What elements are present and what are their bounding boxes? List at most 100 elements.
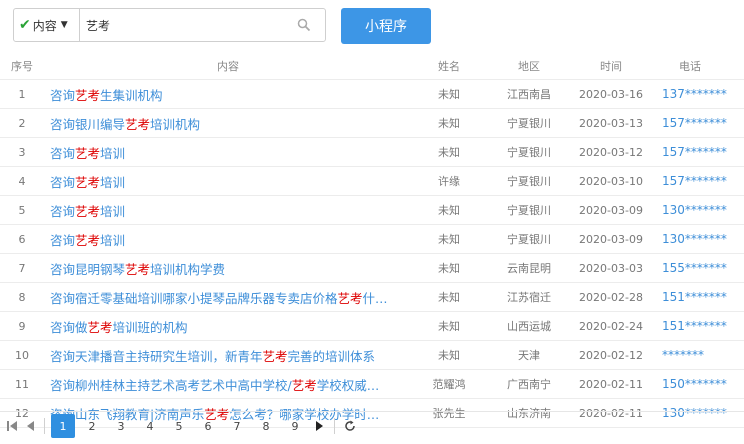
row-time: 2020-02-24 [579,319,643,333]
header-phone: 电话 [679,59,701,73]
row-phone[interactable]: 157******* [662,109,730,137]
header-content: 内容 [217,59,239,73]
row-phone[interactable]: 137******* [662,80,730,108]
row-name: 未知 [438,349,460,362]
row-phone[interactable]: 155******* [662,254,730,282]
row-number: 3 [18,145,26,159]
row-area: 云南昆明 [507,262,551,275]
row-content: 咨询天津播音主持研究生培训，新青年艺考完善的培训体系 [50,341,395,369]
page-button-1[interactable]: 1 [51,414,75,438]
keyword-highlight: 艺考 [75,145,101,161]
search-icon[interactable] [297,18,311,32]
row-number: 1 [18,87,26,101]
keyword-highlight: 艺考 [291,377,317,393]
table-row: 11 咨询柳州桂林主持艺术高考艺术中高中学校/艺考学校权威… 范耀鸿 广西南宁 2020… [0,370,744,399]
row-number: 2 [18,116,26,130]
row-content: 咨询艺考生集训机构 [50,80,395,108]
content-link[interactable]: 咨询艺考培训 [50,230,125,249]
row-content: 咨询做艺考培训班的机构 [50,312,395,340]
content-link[interactable]: 咨询宿迁零基础培训哪家小提琴品牌乐器专卖店价格艺考什… [50,288,388,307]
content-link[interactable]: 咨询做艺考培训班的机构 [50,317,188,336]
row-time: 2020-03-10 [579,174,643,188]
row-name: 未知 [438,88,460,101]
content-prefix: 咨询银川编导 [50,116,126,132]
content-link[interactable]: 咨询艺考生集训机构 [50,85,163,104]
page-button-2[interactable]: 2 [80,414,104,438]
content-link[interactable]: 咨询昆明钢琴艺考培训机构学费 [50,259,225,278]
row-area: 天津 [518,349,540,362]
row-content: 咨询艺考培训 [50,225,395,253]
refresh-icon [345,420,355,431]
row-phone[interactable]: 130******* [662,225,730,253]
content-prefix: 咨询宿迁零基础培训哪家小提琴品牌乐器专卖店价格 [50,290,338,306]
content-link[interactable]: 咨询艺考培训 [50,172,125,191]
content-link[interactable]: 咨询银川编导艺考培训机构 [50,114,200,133]
row-time: 2020-02-28 [579,290,643,304]
row-content: 咨询昆明钢琴艺考培训机构学费 [50,254,395,282]
search-filter-dropdown[interactable]: ✔ 内容 ▼ [14,9,80,41]
page-button-9[interactable]: 9 [283,414,307,438]
row-time: 2020-03-09 [579,203,643,217]
row-phone[interactable]: ******* [662,341,730,369]
next-page-icon [316,421,323,431]
row-name: 未知 [438,146,460,159]
row-time: 2020-03-16 [579,87,643,101]
content-prefix: 咨询 [50,87,76,103]
keyword-highlight: 艺考 [75,232,101,248]
header-name: 姓名 [438,59,460,73]
content-prefix: 咨询做 [50,319,88,335]
row-area: 宁夏银川 [507,175,551,188]
refresh-button[interactable] [341,414,359,438]
row-time: 2020-03-03 [579,261,643,275]
content-suffix: 培训 [100,203,126,219]
first-page-button[interactable] [4,414,20,438]
row-phone[interactable]: 150******* [662,370,730,398]
page-button-6[interactable]: 6 [196,414,220,438]
row-name: 范耀鸿 [432,378,466,391]
table-row: 1 咨询艺考生集训机构 未知 江西南昌 2020-03-16 137******* [0,80,744,109]
content-link[interactable]: 咨询柳州桂林主持艺术高考艺术中高中学校/艺考学校权威… [50,375,379,394]
content-suffix: 培训机构 [150,116,201,132]
row-time: 2020-03-13 [579,116,643,130]
search-bar: ✔ 内容 ▼ [13,8,326,42]
row-content: 咨询艺考培训 [50,196,395,224]
row-number: 11 [15,377,29,391]
content-prefix: 咨询 [50,145,76,161]
content-suffix: 培训班的机构 [112,319,188,335]
page-button-4[interactable]: 4 [138,414,162,438]
content-suffix: 生集训机构 [100,87,163,103]
table-row: 6 咨询艺考培训 未知 宁夏银川 2020-03-09 130******* [0,225,744,254]
search-input[interactable] [86,16,296,34]
table-row: 9 咨询做艺考培训班的机构 未知 山西运城 2020-02-24 151******* [0,312,744,341]
mini-program-button[interactable]: 小程序 [341,8,431,44]
content-link[interactable]: 咨询艺考培训 [50,201,125,220]
row-phone[interactable]: 151******* [662,283,730,311]
results-table: 序号 内容 姓名 地区 时间 电话 1 咨询艺考生集训机构 未知 江西南昌 2020-0… [0,52,744,428]
row-phone[interactable]: 157******* [662,138,730,166]
header-time: 时间 [600,59,622,73]
keyword-highlight: 艺考 [75,203,101,219]
row-number: 5 [18,203,26,217]
next-page-button[interactable] [312,414,328,438]
header-num: 序号 [11,59,33,73]
table-row: 10 咨询天津播音主持研究生培训，新青年艺考完善的培训体系 未知 天津 2020-02-… [0,341,744,370]
row-area: 宁夏银川 [507,117,551,130]
content-link[interactable]: 咨询天津播音主持研究生培训，新青年艺考完善的培训体系 [50,346,375,365]
page-button-3[interactable]: 3 [109,414,133,438]
row-content: 咨询宿迁零基础培训哪家小提琴品牌乐器专卖店价格艺考什… [50,283,395,311]
content-prefix: 咨询 [50,232,76,248]
row-phone[interactable]: 130******* [662,196,730,224]
row-area: 江西南昌 [507,88,551,101]
page-button-8[interactable]: 8 [254,414,278,438]
row-phone[interactable]: 151******* [662,312,730,340]
content-link[interactable]: 咨询艺考培训 [50,143,125,162]
row-phone[interactable]: 157******* [662,167,730,195]
caret-down-icon: ▼ [60,20,68,30]
page-button-5[interactable]: 5 [167,414,191,438]
keyword-highlight: 艺考 [125,261,151,277]
row-area: 宁夏银川 [507,233,551,246]
page-button-7[interactable]: 7 [225,414,249,438]
row-name: 许缘 [438,175,460,188]
prev-page-button[interactable] [20,414,40,438]
table-row: 3 咨询艺考培训 未知 宁夏银川 2020-03-12 157******* [0,138,744,167]
